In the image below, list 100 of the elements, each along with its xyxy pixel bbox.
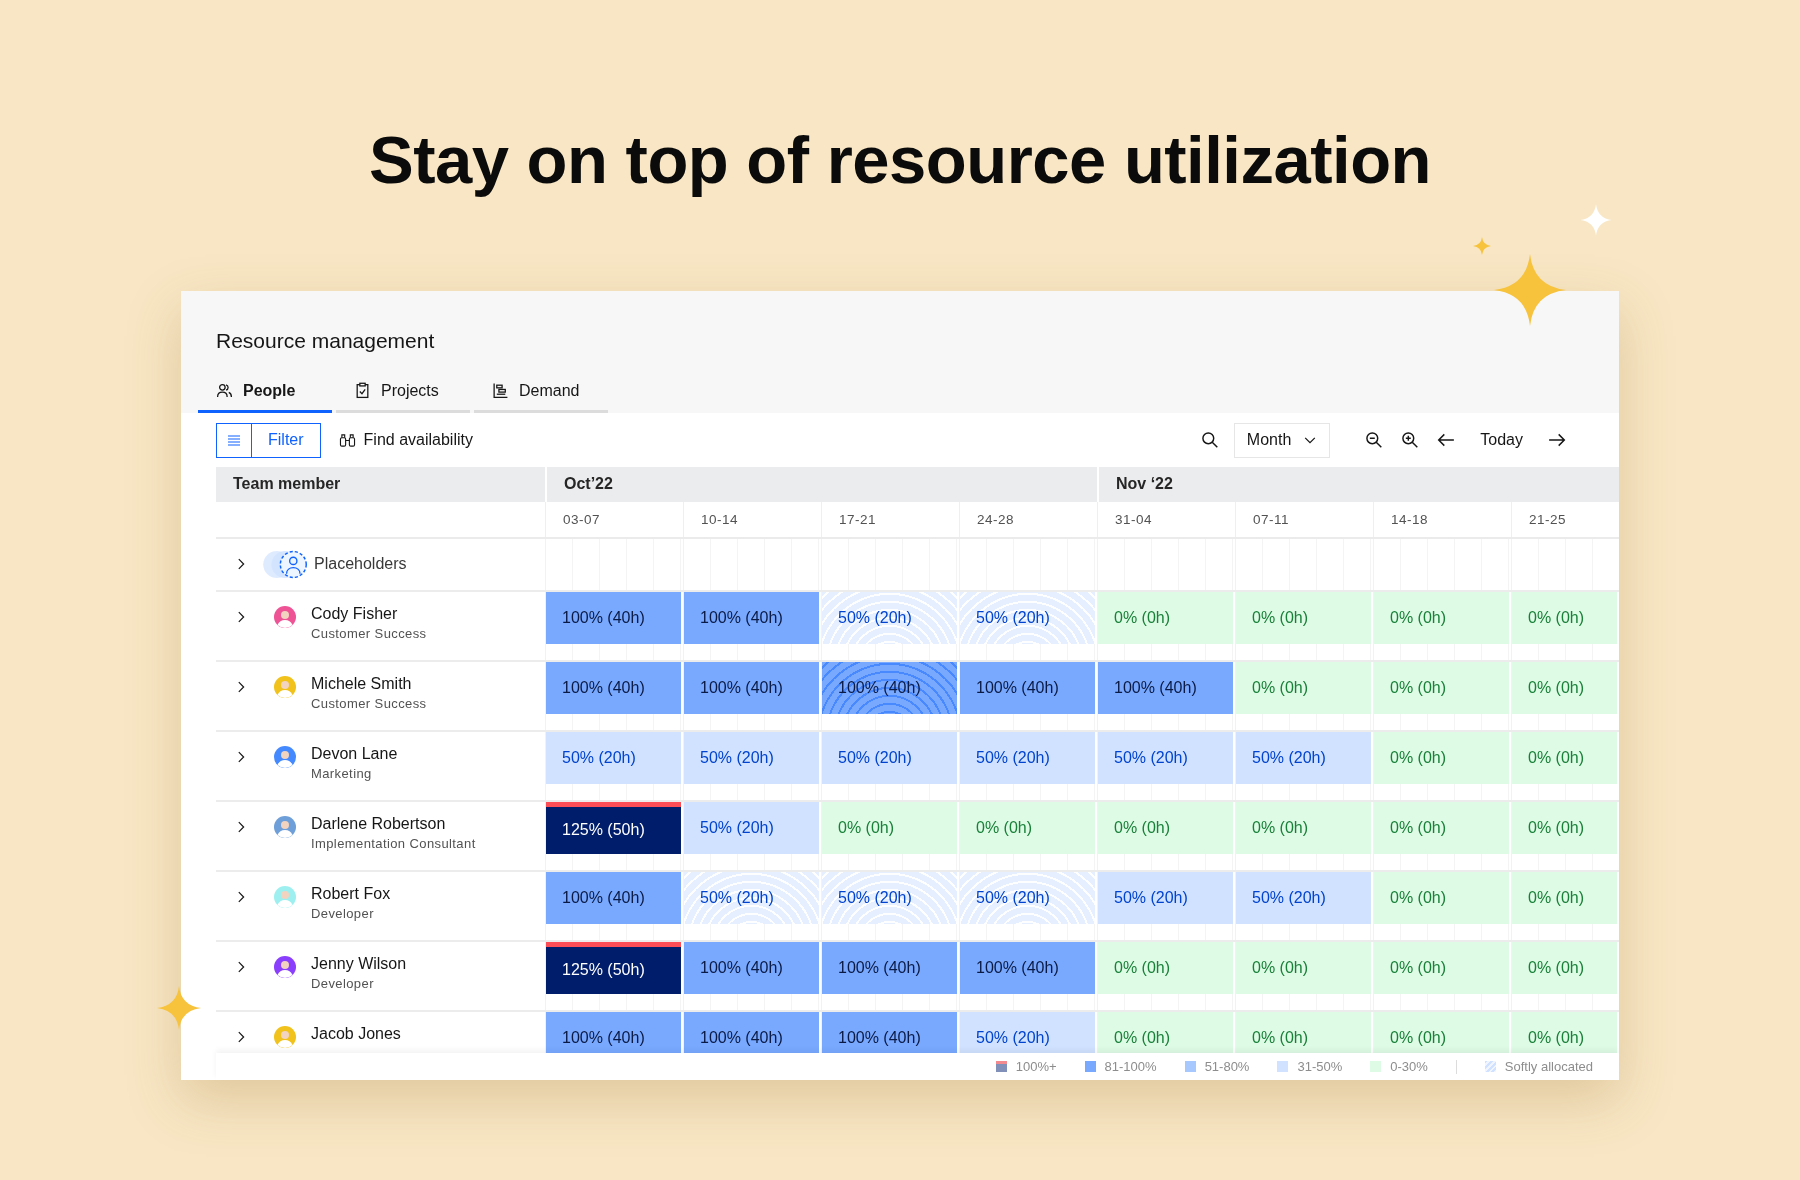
legend-label: 31-50% <box>1297 1059 1343 1075</box>
zoom-in-icon[interactable] <box>1401 431 1420 449</box>
allocation-cell[interactable]: 100% (40h) <box>684 661 819 714</box>
member-role: Customer Success <box>311 694 427 713</box>
allocation-cell[interactable]: 0% (0h) <box>1236 801 1371 854</box>
allocation-cell[interactable]: 100% (40h) <box>546 661 681 714</box>
allocation-cell[interactable]: 125% (50h) <box>546 801 681 854</box>
month-header: Oct’22 <box>545 467 1097 502</box>
allocation-cell[interactable]: 50% (20h) <box>960 1011 1095 1054</box>
allocation-cell[interactable]: 0% (0h) <box>1236 941 1371 994</box>
allocation-cell[interactable]: 50% (20h) <box>1236 731 1371 784</box>
tab[interactable]: People <box>198 371 332 413</box>
allocation-cell[interactable]: 100% (40h) <box>960 661 1095 714</box>
week-header: 24-28 <box>959 501 1097 537</box>
allocation-cell[interactable]: 0% (0h) <box>1236 1011 1371 1054</box>
allocation-cell[interactable]: 100% (40h) <box>546 591 681 644</box>
arrow-left-icon[interactable] <box>1437 431 1456 449</box>
member-role: Marketing <box>311 764 373 783</box>
member-name: Devon Lane <box>311 743 398 764</box>
week-header: 31-04 <box>1097 501 1235 537</box>
allocation-cell[interactable]: 50% (20h) <box>684 731 819 784</box>
search-icon[interactable] <box>1200 431 1219 449</box>
allocation-cell[interactable]: 50% (20h) <box>822 871 957 924</box>
allocation-cell[interactable]: 0% (0h) <box>1098 941 1233 994</box>
tab[interactable]: Demand <box>474 371 608 413</box>
allocation-cell[interactable]: 100% (40h) <box>1098 661 1233 714</box>
allocation-cell[interactable]: 100% (40h) <box>822 941 957 994</box>
arrow-right-icon[interactable] <box>1548 431 1566 449</box>
allocation-cell[interactable]: 0% (0h) <box>960 801 1095 854</box>
allocation-cell[interactable]: 0% (0h) <box>1512 591 1617 644</box>
allocation-cell[interactable]: 0% (0h) <box>1236 591 1371 644</box>
allocation-cell[interactable]: 0% (0h) <box>1374 661 1509 714</box>
allocation-cell[interactable]: 100% (40h) <box>822 661 957 714</box>
allocation-cell[interactable]: 50% (20h) <box>1098 731 1233 784</box>
week-header: 10-14 <box>683 501 821 537</box>
legend-label: 51-80% <box>1204 1059 1250 1075</box>
allocation-cell[interactable]: 50% (20h) <box>822 731 957 784</box>
allocation-cell[interactable]: 100% (40h) <box>684 1011 819 1054</box>
allocation-cell[interactable]: 0% (0h) <box>1512 871 1617 924</box>
allocation-cell[interactable]: 0% (0h) <box>1374 941 1509 994</box>
allocation-cell[interactable]: 0% (0h) <box>1374 591 1509 644</box>
allocation-cell[interactable]: 0% (0h) <box>1512 941 1617 994</box>
allocation-cell[interactable]: 125% (50h) <box>546 941 681 994</box>
page-title: Resource management <box>216 328 436 354</box>
allocation-cell[interactable]: 50% (20h) <box>960 871 1095 924</box>
allocation-cell[interactable]: 0% (0h) <box>1512 661 1617 714</box>
tab[interactable]: Projects <box>336 371 470 413</box>
allocation-cell[interactable]: 100% (40h) <box>684 941 819 994</box>
today-button[interactable]: Today <box>1464 422 1539 458</box>
legend-label: 100%+ <box>1015 1059 1057 1075</box>
clipboard-icon <box>354 382 371 399</box>
member-name: Placeholders <box>314 555 407 574</box>
allocation-cell[interactable]: 100% (40h) <box>546 1011 681 1054</box>
list-icon <box>226 432 242 448</box>
week-header: 14-18 <box>1373 501 1511 537</box>
allocation-cell[interactable]: 0% (0h) <box>1236 661 1371 714</box>
member-name: Michele Smith <box>311 673 413 694</box>
allocation-cell[interactable]: 50% (20h) <box>546 731 681 784</box>
allocation-cell[interactable]: 0% (0h) <box>1098 1011 1233 1054</box>
allocation-cell[interactable]: 0% (0h) <box>1512 1011 1617 1054</box>
allocation-cell[interactable]: 50% (20h) <box>684 871 819 924</box>
allocation-cell[interactable]: 0% (0h) <box>1512 801 1617 854</box>
sparkle-icon <box>157 986 201 1030</box>
legend-label: 81-100% <box>1104 1059 1157 1075</box>
allocation-cell[interactable]: 0% (0h) <box>1374 801 1509 854</box>
allocation-cell[interactable]: 50% (20h) <box>684 801 819 854</box>
allocation-cell[interactable]: 0% (0h) <box>1512 731 1617 784</box>
week-header: 21-25 <box>1511 501 1619 537</box>
allocation-cell[interactable]: 0% (0h) <box>1098 801 1233 854</box>
member-name: Jacob Jones <box>311 1023 401 1044</box>
view-dropdown[interactable]: Month <box>1233 422 1331 458</box>
allocation-cell[interactable]: 100% (40h) <box>684 591 819 644</box>
allocation-cell[interactable]: 100% (40h) <box>546 871 681 924</box>
allocation-cell[interactable]: 0% (0h) <box>1374 1011 1509 1054</box>
allocation-cell[interactable]: 0% (0h) <box>822 801 957 854</box>
allocation-cell[interactable]: 100% (40h) <box>822 1011 957 1054</box>
member-role: Developer <box>311 904 375 923</box>
allocation-cell[interactable]: 0% (0h) <box>1374 871 1509 924</box>
month-header: Nov ‘22 <box>1097 467 1619 502</box>
zoom-out-icon[interactable] <box>1365 431 1384 449</box>
allocation-cell[interactable]: 50% (20h) <box>1236 871 1371 924</box>
member-name: Cody Fisher <box>311 603 399 624</box>
filter-button[interactable]: Filter <box>216 422 321 458</box>
allocation-cell[interactable]: 0% (0h) <box>1098 591 1233 644</box>
people-icon <box>216 382 233 399</box>
member-name: Robert Fox <box>311 883 391 904</box>
allocation-cell[interactable]: 50% (20h) <box>960 591 1095 644</box>
find-availability-button[interactable]: Find availability <box>338 431 473 449</box>
legend-label: 0-30% <box>1390 1059 1428 1075</box>
week-header: 03-07 <box>545 501 683 537</box>
allocation-cell[interactable]: 50% (20h) <box>822 591 957 644</box>
allocation-cell[interactable]: 50% (20h) <box>1098 871 1233 924</box>
legend-label: Softly allocated <box>1504 1059 1593 1075</box>
member-name: Darlene Robertson <box>311 813 447 834</box>
allocation-cell[interactable]: 100% (40h) <box>960 941 1095 994</box>
allocation-cell[interactable]: 50% (20h) <box>960 731 1095 784</box>
column-header: Team member <box>232 474 342 495</box>
allocation-cell[interactable]: 0% (0h) <box>1374 731 1509 784</box>
member-role: Implementation Consultant <box>311 834 476 853</box>
binoculars-icon <box>338 432 356 448</box>
